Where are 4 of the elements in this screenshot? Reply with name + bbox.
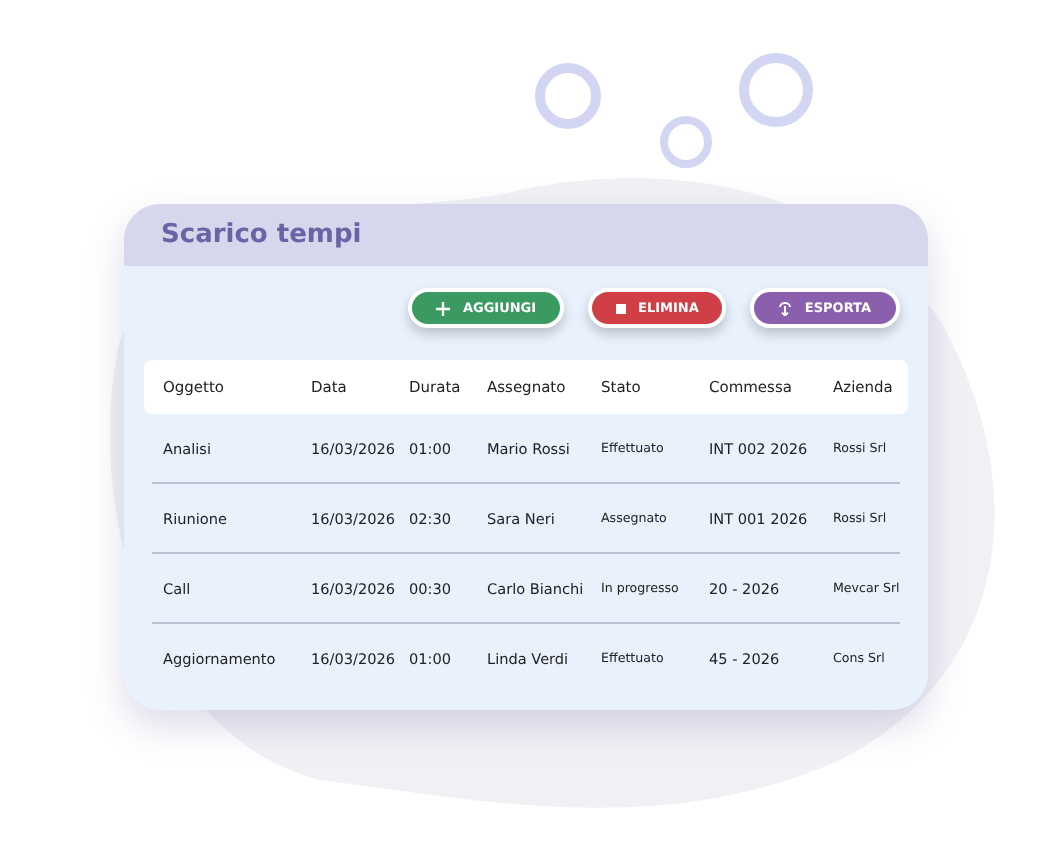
card-title: Scarico tempi (123, 204, 927, 266)
download-icon (778, 301, 793, 315)
plus-icon (436, 301, 451, 315)
square-icon (616, 303, 627, 313)
